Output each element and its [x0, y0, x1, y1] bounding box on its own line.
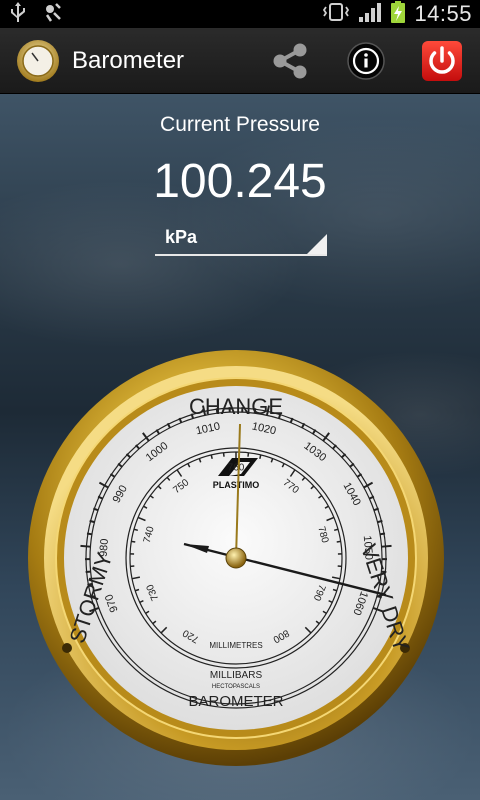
screw-left	[62, 643, 72, 653]
barometer-app-icon[interactable]	[16, 39, 60, 83]
dropdown-corner-icon	[307, 234, 327, 254]
cloud-background: Current Pressure 100.245 kPa CHANGE STOR…	[0, 94, 480, 800]
mm-tick	[131, 540, 136, 543]
dial-word-top: CHANGE	[189, 394, 283, 419]
status-bar: 14:55	[0, 0, 480, 28]
unit-value: kPa	[165, 227, 198, 247]
power-button[interactable]	[404, 28, 480, 94]
status-time: 14:55	[414, 1, 472, 26]
share-button[interactable]	[252, 28, 328, 94]
dial-inner-label: MILLIMETRES	[209, 641, 262, 650]
mm-tick	[210, 454, 213, 459]
mm-tick	[133, 528, 139, 532]
unit-spinner[interactable]: kPa	[155, 224, 327, 256]
needle-hub	[225, 547, 247, 569]
power-icon	[422, 40, 462, 81]
mm-tick	[333, 528, 339, 532]
mm-scale-label: 760	[228, 463, 245, 474]
mb-scale-label: 1050	[361, 535, 375, 560]
pressure-value: 100.245	[153, 155, 327, 208]
action-bar: Barometer	[0, 28, 480, 94]
mb-tick	[89, 519, 95, 524]
dial-outer-label: MILLIBARS	[210, 670, 263, 681]
dial-outer-sub: HECTOPASCALS	[212, 684, 260, 690]
mb-scale-label: 980	[98, 538, 111, 557]
debug-icon	[42, 1, 64, 27]
mm-tick	[336, 540, 341, 543]
info-icon	[347, 41, 385, 80]
dial-word-bottom: BAROMETER	[188, 693, 283, 710]
mb-tick	[379, 532, 386, 536]
app-title: Barometer	[72, 46, 185, 74]
signal-icon	[358, 1, 382, 27]
pressure-label: Current Pressure	[160, 113, 320, 136]
mm-tick	[259, 454, 262, 459]
mb-tick	[86, 532, 93, 536]
battery-charging-icon	[390, 0, 406, 28]
info-button[interactable]	[328, 28, 404, 94]
barometer-gauge: CHANGE STORMY VERY DRY BAROMETER MILLIBA…	[28, 350, 444, 766]
share-icon	[273, 43, 307, 78]
mb-tick	[381, 544, 392, 548]
mb-tick	[80, 544, 91, 548]
brand-name: PLASTIMO	[213, 480, 260, 490]
usb-icon	[10, 1, 26, 27]
vibrate-icon	[322, 2, 350, 26]
mb-tick	[377, 519, 383, 524]
